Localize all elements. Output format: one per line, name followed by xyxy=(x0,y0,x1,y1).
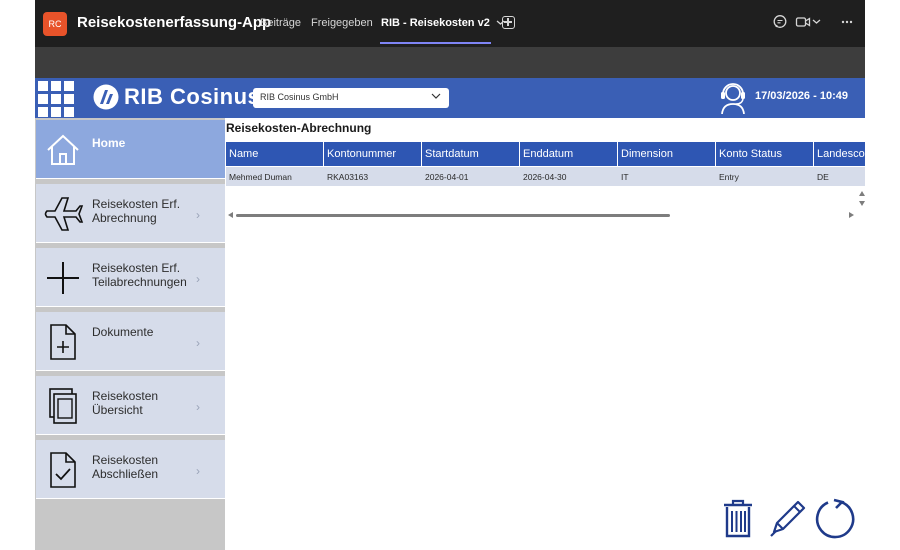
home-icon xyxy=(47,134,79,165)
active-tab-indicator xyxy=(380,42,491,44)
company-selected-value: RIB Cosinus GmbH xyxy=(260,92,339,102)
sidebar-item-abschliessen[interactable]: Reisekosten Abschließen › xyxy=(36,440,225,499)
document-add-icon xyxy=(50,324,76,360)
more-icon[interactable] xyxy=(841,20,853,24)
edit-icon[interactable] xyxy=(768,498,806,538)
trash-icon[interactable] xyxy=(721,498,755,538)
app-title: Reisekostenerfassung-App xyxy=(77,14,272,31)
sidebar-item-label: Reisekosten Übersicht xyxy=(92,389,159,417)
column-header-landescode[interactable]: Landesco xyxy=(814,142,865,166)
tab-freigegeben[interactable]: Freigegeben xyxy=(311,17,373,29)
sidebar-item-teilabrechnungen[interactable]: Reisekosten Erf. Teilabrechnungen › xyxy=(36,248,225,307)
tab-rib-reisekosten[interactable]: RIB - Reisekosten v2 xyxy=(381,17,505,29)
datetime-display: 17/03/2026 - 10:49 xyxy=(755,90,848,102)
refresh-icon[interactable] xyxy=(814,498,856,540)
chevron-right-icon: › xyxy=(196,208,200,222)
support-headset-icon[interactable] xyxy=(718,80,748,114)
column-header-kontonummer[interactable]: Kontonummer xyxy=(324,142,422,166)
rib-cosinus-logo: RIB Cosinus xyxy=(92,83,260,111)
column-header-name[interactable]: Name xyxy=(226,142,324,166)
main-content: Reisekosten-Abrechnung Name Kontonummer … xyxy=(225,118,865,550)
cell-landescode: DE xyxy=(817,172,829,182)
scroll-left-icon[interactable] xyxy=(228,212,234,218)
video-call-icon[interactable] xyxy=(795,14,811,30)
app-header: RIB Cosinus RIB Cosinus GmbH 17/03/2026 … xyxy=(35,78,865,118)
cell-dimension: IT xyxy=(621,172,629,182)
scroll-right-icon[interactable] xyxy=(848,212,854,218)
sidebar-item-label: Reisekosten Abschließen xyxy=(92,453,159,481)
app-launcher-icon[interactable] xyxy=(38,81,74,117)
cell-kontonummer: RKA03163 xyxy=(327,172,369,182)
chevron-down-icon xyxy=(431,93,441,99)
company-dropdown[interactable]: RIB Cosinus GmbH xyxy=(253,88,449,108)
chat-icon[interactable] xyxy=(772,14,788,30)
sidebar-item-label: Reisekosten Erf. Abrechnung xyxy=(92,197,181,225)
scroll-down-icon[interactable] xyxy=(859,201,865,206)
chevron-down-icon[interactable] xyxy=(812,18,821,25)
copy-icon xyxy=(49,388,77,424)
cell-enddatum: 2026-04-30 xyxy=(523,172,567,182)
rib-logo-mark-icon xyxy=(93,84,119,110)
chevron-right-icon: › xyxy=(196,464,200,478)
logo-text: RIB Cosinus xyxy=(124,84,261,109)
table-row[interactable]: Mehmed Duman RKA03163 2026-04-01 2026-04… xyxy=(226,167,865,186)
sidebar-item-label: Dokumente xyxy=(92,325,154,339)
column-header-dimension[interactable]: Dimension xyxy=(618,142,716,166)
sidebar-item-label: Reisekosten Erf. Teilabrechnungen xyxy=(92,261,187,289)
cell-startdatum: 2026-04-01 xyxy=(425,172,469,182)
chevron-right-icon: › xyxy=(196,400,200,414)
table-header: Name Kontonummer Startdatum Enddatum Dim… xyxy=(226,142,865,166)
tab-beitraege[interactable]: Beiträge xyxy=(260,17,301,29)
app-avatar[interactable]: RC xyxy=(43,12,67,36)
sidebar: Home Reisekosten Erf. Abrechnung › Reise… xyxy=(35,118,225,550)
column-header-enddatum[interactable]: Enddatum xyxy=(520,142,618,166)
cell-name: Mehmed Duman xyxy=(229,172,292,182)
scroll-up-icon[interactable] xyxy=(859,191,865,196)
airplane-icon xyxy=(44,197,84,231)
chevron-right-icon: › xyxy=(196,336,200,350)
sidebar-item-label: Home xyxy=(92,136,126,150)
sidebar-item-uebersicht[interactable]: Reisekosten Übersicht › xyxy=(36,376,225,435)
sidebar-item-home[interactable]: Home xyxy=(36,120,225,179)
scrollbar-thumb[interactable] xyxy=(236,214,670,217)
vertical-scrollbar[interactable] xyxy=(858,190,865,210)
sidebar-item-dokumente[interactable]: Dokumente › xyxy=(36,312,225,371)
column-header-startdatum[interactable]: Startdatum xyxy=(422,142,520,166)
add-tab-icon[interactable] xyxy=(502,16,515,29)
document-check-icon xyxy=(50,452,76,488)
column-header-konto-status[interactable]: Konto Status xyxy=(716,142,814,166)
toolbar-strip xyxy=(35,47,865,78)
plus-icon xyxy=(47,262,79,294)
tab-rib-reisekosten-label: RIB - Reisekosten v2 xyxy=(381,17,490,29)
horizontal-scrollbar[interactable] xyxy=(228,211,854,219)
chevron-right-icon: › xyxy=(196,272,200,286)
page-title: Reisekosten-Abrechnung xyxy=(226,121,372,135)
teams-top-bar: RC Reisekostenerfassung-App Beiträge Fre… xyxy=(35,0,865,47)
cell-konto-status: Entry xyxy=(719,172,739,182)
app-window: RC Reisekostenerfassung-App Beiträge Fre… xyxy=(35,0,865,550)
sidebar-item-abrechnung[interactable]: Reisekosten Erf. Abrechnung › xyxy=(36,184,225,243)
